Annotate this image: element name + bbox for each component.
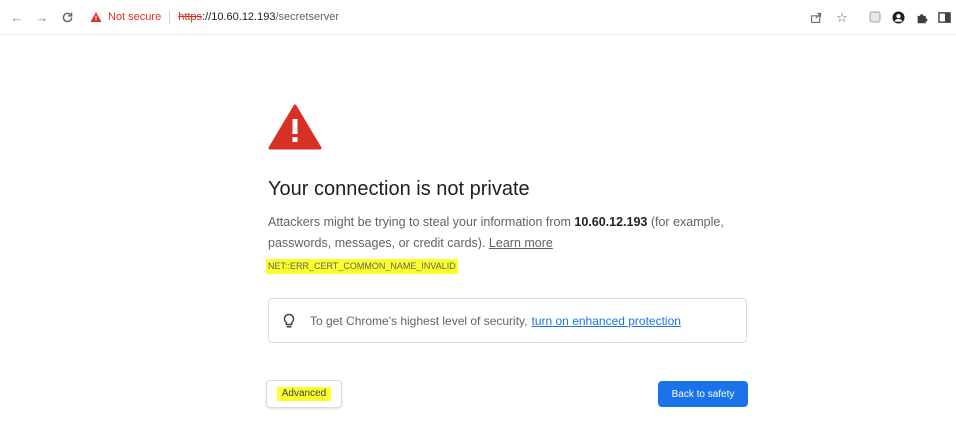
enhanced-protection-link[interactable]: turn on enhanced protection bbox=[532, 314, 681, 328]
lightbulb-icon bbox=[283, 313, 295, 327]
extension-square-icon[interactable] bbox=[867, 9, 883, 25]
arrow-right-icon[interactable]: → bbox=[33, 8, 51, 26]
enhanced-protection-box: To get Chrome's highest level of securit… bbox=[268, 298, 747, 343]
url-scheme: https bbox=[178, 11, 203, 23]
warning-icon bbox=[90, 12, 102, 22]
sidebar-icon[interactable] bbox=[936, 9, 952, 25]
url-host: ://10.60.12.193 bbox=[202, 11, 276, 23]
omnibox-divider bbox=[169, 10, 171, 24]
enhanced-protection-text: To get Chrome's highest level of securit… bbox=[310, 313, 528, 328]
security-status-label[interactable]: Not secure bbox=[108, 11, 161, 23]
error-code[interactable]: NET::ERR_CERT_COMMON_NAME_INVALID bbox=[266, 259, 458, 274]
url-path: /secretserver bbox=[275, 11, 340, 23]
warning-description: Attackers might be trying to steal your … bbox=[268, 212, 738, 254]
advanced-button[interactable]: Advanced bbox=[266, 380, 342, 408]
warning-icon-large bbox=[268, 104, 322, 150]
page-title: Your connection is not private bbox=[268, 178, 530, 200]
arrow-left-icon[interactable]: ← bbox=[8, 8, 26, 26]
reload-icon[interactable] bbox=[58, 8, 76, 26]
star-icon[interactable]: ☆ bbox=[834, 9, 850, 25]
account-icon[interactable] bbox=[890, 9, 906, 25]
description-host: 10.60.12.193 bbox=[574, 215, 648, 229]
share-icon[interactable] bbox=[808, 9, 824, 25]
advanced-button-label: Advanced bbox=[276, 387, 332, 401]
browser-toolbar: ← → Not secure https ://10.60.12.193 /se… bbox=[0, 0, 956, 35]
description-prefix: Attackers might be trying to steal your … bbox=[268, 215, 575, 229]
back-to-safety-button[interactable]: Back to safety bbox=[658, 381, 748, 407]
address-bar[interactable]: Not secure https ://10.60.12.193 /secret… bbox=[84, 5, 884, 29]
puzzle-icon[interactable] bbox=[914, 9, 930, 25]
learn-more-link[interactable]: Learn more bbox=[489, 236, 553, 250]
